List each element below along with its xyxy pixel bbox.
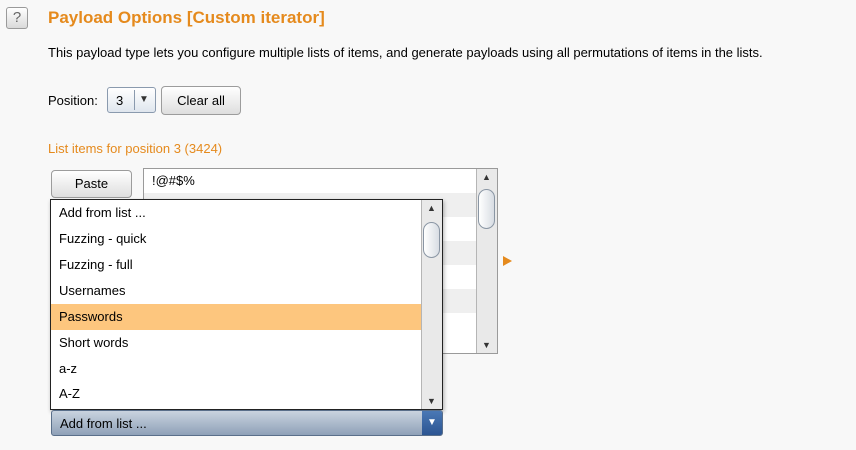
add-from-list-value: Add from list ... [60,416,147,431]
scroll-down-icon[interactable]: ▼ [477,337,496,353]
section-title: Payload Options [Custom iterator] [48,8,325,27]
dropdown-option-add-from-list[interactable]: Add from list ... [51,200,423,226]
list-scrollbar-thumb[interactable] [478,189,495,229]
dropdown-option-fuzzing-full[interactable]: Fuzzing - full [51,252,423,278]
paste-button[interactable]: Paste [51,170,132,198]
dropdown-scrollbar[interactable]: ▲ ▼ [421,200,442,409]
list-item[interactable]: !@#$% [144,169,497,193]
clear-all-button[interactable]: Clear all [161,86,241,115]
section-description: This payload type lets you configure mul… [48,45,763,60]
dropdown-option-passwords[interactable]: Passwords [51,304,423,330]
position-select[interactable]: 3 ▼ [107,87,156,113]
scroll-up-icon[interactable]: ▲ [477,169,496,185]
add-from-list-select[interactable]: Add from list ... ▼ [51,410,443,436]
list-items-heading: List items for position 3 (3424) [48,141,223,156]
dropdown-scrollbar-thumb[interactable] [423,222,440,258]
dropdown-option-usernames[interactable]: Usernames [51,278,423,304]
collapse-arrow-icon[interactable] [503,256,512,266]
dropdown-option-short-words[interactable]: Short words [51,330,423,356]
add-from-list-dropdown-menu[interactable]: Add from list ... Fuzzing - quick Fuzzin… [50,199,443,410]
dropdown-option-fuzzing-quick[interactable]: Fuzzing - quick [51,226,423,252]
position-label: Position: [48,93,98,108]
scroll-up-icon[interactable]: ▲ [422,200,441,216]
dropdown-option-a-z-upper[interactable]: A-Z [51,381,423,407]
position-value: 3 [116,93,124,108]
dropdown-option-a-z-lower[interactable]: a-z [51,356,423,382]
chevron-down-icon[interactable]: ▼ [422,411,442,435]
scroll-down-icon[interactable]: ▼ [422,393,441,409]
list-scrollbar[interactable]: ▲ ▼ [476,169,497,353]
chevron-down-icon[interactable]: ▼ [134,90,153,110]
help-icon[interactable]: ? [6,7,28,29]
